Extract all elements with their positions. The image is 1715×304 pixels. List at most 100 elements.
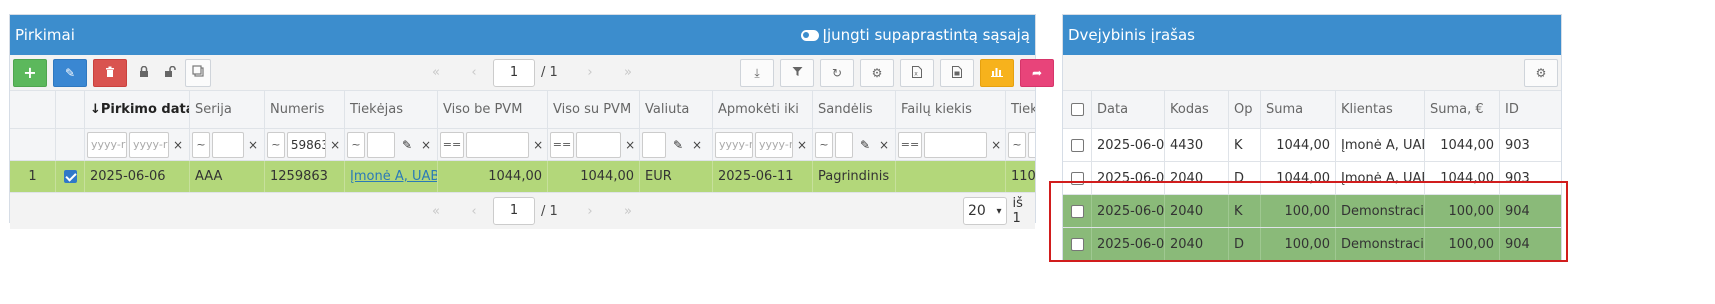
clear-filter-icon[interactable]: ×: [989, 138, 1003, 152]
last-page-icon[interactable]: »: [609, 204, 647, 219]
table-row[interactable]: 2025-06-06 4430 K 1044,00 Įmonė A, UAB 1…: [1063, 129, 1561, 162]
supplier-link[interactable]: Įmonė A, UAB: [350, 169, 437, 184]
clear-filter-icon[interactable]: ×: [171, 138, 185, 152]
first-page-icon[interactable]: «: [417, 65, 455, 80]
next-page-icon[interactable]: ›: [571, 65, 609, 80]
sandelis-filter-input[interactable]: [835, 131, 853, 158]
select-all-cell[interactable]: [1063, 91, 1092, 128]
clear-filter-icon[interactable]: ×: [795, 138, 809, 152]
row-select[interactable]: [1063, 195, 1092, 227]
pencil-icon[interactable]: ✎: [397, 138, 417, 152]
row-select[interactable]: [1063, 228, 1092, 260]
filter-operator[interactable]: ~: [347, 131, 365, 158]
col-suma-header[interactable]: Suma: [1261, 91, 1336, 128]
row-checkbox[interactable]: [63, 170, 77, 183]
toggle-switch-icon[interactable]: [800, 29, 819, 41]
col-pirkimo-data-header[interactable]: ↓ Pirkimo data: [85, 91, 190, 128]
filter-operator[interactable]: ~: [815, 131, 833, 158]
col-op-header[interactable]: Op: [1229, 91, 1261, 128]
settings-button[interactable]: ⚙: [1524, 58, 1558, 87]
add-button[interactable]: +: [13, 58, 47, 87]
filter-button[interactable]: [780, 59, 814, 87]
apmoketi-to-input[interactable]: yyyy-r: [755, 131, 793, 158]
filter-operator[interactable]: ==: [898, 131, 922, 158]
pencil-icon[interactable]: ✎: [668, 138, 688, 152]
numeris-filter-input[interactable]: 59863: [286, 131, 327, 158]
prev-page-icon[interactable]: ‹: [455, 204, 493, 219]
col-viso-be-pvm-header[interactable]: Viso be PVM: [438, 91, 548, 128]
settings-button[interactable]: ⚙: [860, 59, 894, 87]
clear-filter-icon[interactable]: ×: [328, 138, 342, 152]
col-data-header[interactable]: Data: [1092, 91, 1165, 128]
page-input[interactable]: 1: [493, 197, 535, 225]
row-select[interactable]: [1063, 162, 1092, 194]
date-to-input[interactable]: yyyy-r: [129, 131, 169, 158]
unlock-button[interactable]: [159, 59, 181, 87]
edit-button[interactable]: ✎: [53, 58, 87, 87]
export-excel-button[interactable]: x: [900, 59, 934, 87]
valiuta-filter-input[interactable]: [642, 131, 666, 158]
refresh-button[interactable]: ↻: [820, 59, 854, 87]
table-row[interactable]: 1 2025-06-06 AAA 1259863 Įmonė A, UAB 10…: [10, 161, 1035, 193]
delete-button[interactable]: [93, 58, 127, 87]
prev-page-icon[interactable]: ‹: [455, 65, 493, 80]
row-select[interactable]: [56, 161, 85, 192]
export-pdf-button[interactable]: [940, 59, 974, 87]
page-input[interactable]: 1: [493, 58, 535, 87]
lock-button[interactable]: [133, 59, 155, 87]
purchases-panel-header: Pirkimai Įjungti supaprastintą sąsają: [10, 15, 1035, 55]
filter-operator[interactable]: ==: [440, 131, 464, 158]
col-suma-eur-header[interactable]: Suma, €: [1425, 91, 1500, 128]
table-row[interactable]: 2025-06-06 2040 K 100,00 Demonstraci... …: [1063, 195, 1561, 228]
col-valiuta-header[interactable]: Valiuta: [640, 91, 713, 128]
viso-be-filter-input[interactable]: [466, 131, 530, 158]
download-button[interactable]: ⤓: [740, 59, 774, 87]
last-page-icon[interactable]: »: [609, 65, 647, 80]
col-tiekejas-header[interactable]: Tiekėjas: [345, 91, 438, 128]
filter-operator[interactable]: ~: [192, 131, 210, 158]
share-button[interactable]: ➦: [1020, 59, 1054, 87]
col-apmoketi-iki-header[interactable]: Apmokėti iki: [713, 91, 813, 128]
failu-filter-input[interactable]: [924, 131, 988, 158]
filter-operator[interactable]: ~: [1008, 131, 1026, 158]
clear-filter-icon[interactable]: ×: [877, 138, 891, 152]
chart-button[interactable]: [980, 59, 1014, 87]
clear-filter-icon[interactable]: ×: [419, 138, 433, 152]
pencil-icon[interactable]: ✎: [855, 138, 875, 152]
filter-operator[interactable]: ~: [267, 131, 285, 158]
row-checkbox[interactable]: [1070, 171, 1084, 185]
row-select[interactable]: [1063, 129, 1092, 161]
row-checkbox[interactable]: [1070, 138, 1084, 152]
row-checkbox[interactable]: [1070, 204, 1084, 218]
clear-filter-icon[interactable]: ×: [623, 138, 637, 152]
tiekejas-filter-input[interactable]: [367, 131, 395, 158]
next-page-icon[interactable]: ›: [571, 204, 609, 219]
select-all-checkbox[interactable]: [1070, 103, 1084, 116]
col-failu-kiekis-header[interactable]: Failų kiekis: [896, 91, 1006, 128]
cell-suma: 1044,00: [1261, 162, 1336, 194]
col-tiekejo-header[interactable]: Tiekė: [1006, 91, 1035, 128]
filter-operator[interactable]: ==: [550, 131, 574, 158]
copy-button[interactable]: [185, 58, 211, 87]
row-checkbox[interactable]: [1070, 237, 1084, 251]
col-serija-header[interactable]: Serija: [190, 91, 265, 128]
page-size-select[interactable]: 20 ▾: [963, 197, 1007, 225]
col-klientas-header[interactable]: Klientas: [1336, 91, 1425, 128]
table-row[interactable]: 2025-06-06 2040 D 100,00 Demonstraci... …: [1063, 228, 1561, 261]
col-kodas-header[interactable]: Kodas: [1165, 91, 1229, 128]
tiekejo-filter-input[interactable]: [1028, 131, 1035, 158]
date-from-input[interactable]: yyyy-r: [87, 131, 127, 158]
col-id-header[interactable]: ID: [1500, 91, 1561, 128]
first-page-icon[interactable]: «: [417, 204, 455, 219]
clear-filter-icon[interactable]: ×: [531, 138, 545, 152]
clear-filter-icon[interactable]: ×: [690, 138, 704, 152]
col-sandelis-header[interactable]: Sandėlis: [813, 91, 896, 128]
viso-su-filter-input[interactable]: [576, 131, 622, 158]
serija-filter-input[interactable]: [212, 131, 244, 158]
apmoketi-from-input[interactable]: yyyy-r: [715, 131, 753, 158]
col-viso-su-pvm-header[interactable]: Viso su PVM: [548, 91, 640, 128]
simplified-ui-toggle[interactable]: Įjungti supaprastintą sąsają: [800, 26, 1030, 44]
clear-filter-icon[interactable]: ×: [246, 138, 260, 152]
table-row[interactable]: 2025-06-06 2040 D 1044,00 Įmonė A, UAB 1…: [1063, 162, 1561, 195]
col-numeris-header[interactable]: Numeris: [265, 91, 345, 128]
